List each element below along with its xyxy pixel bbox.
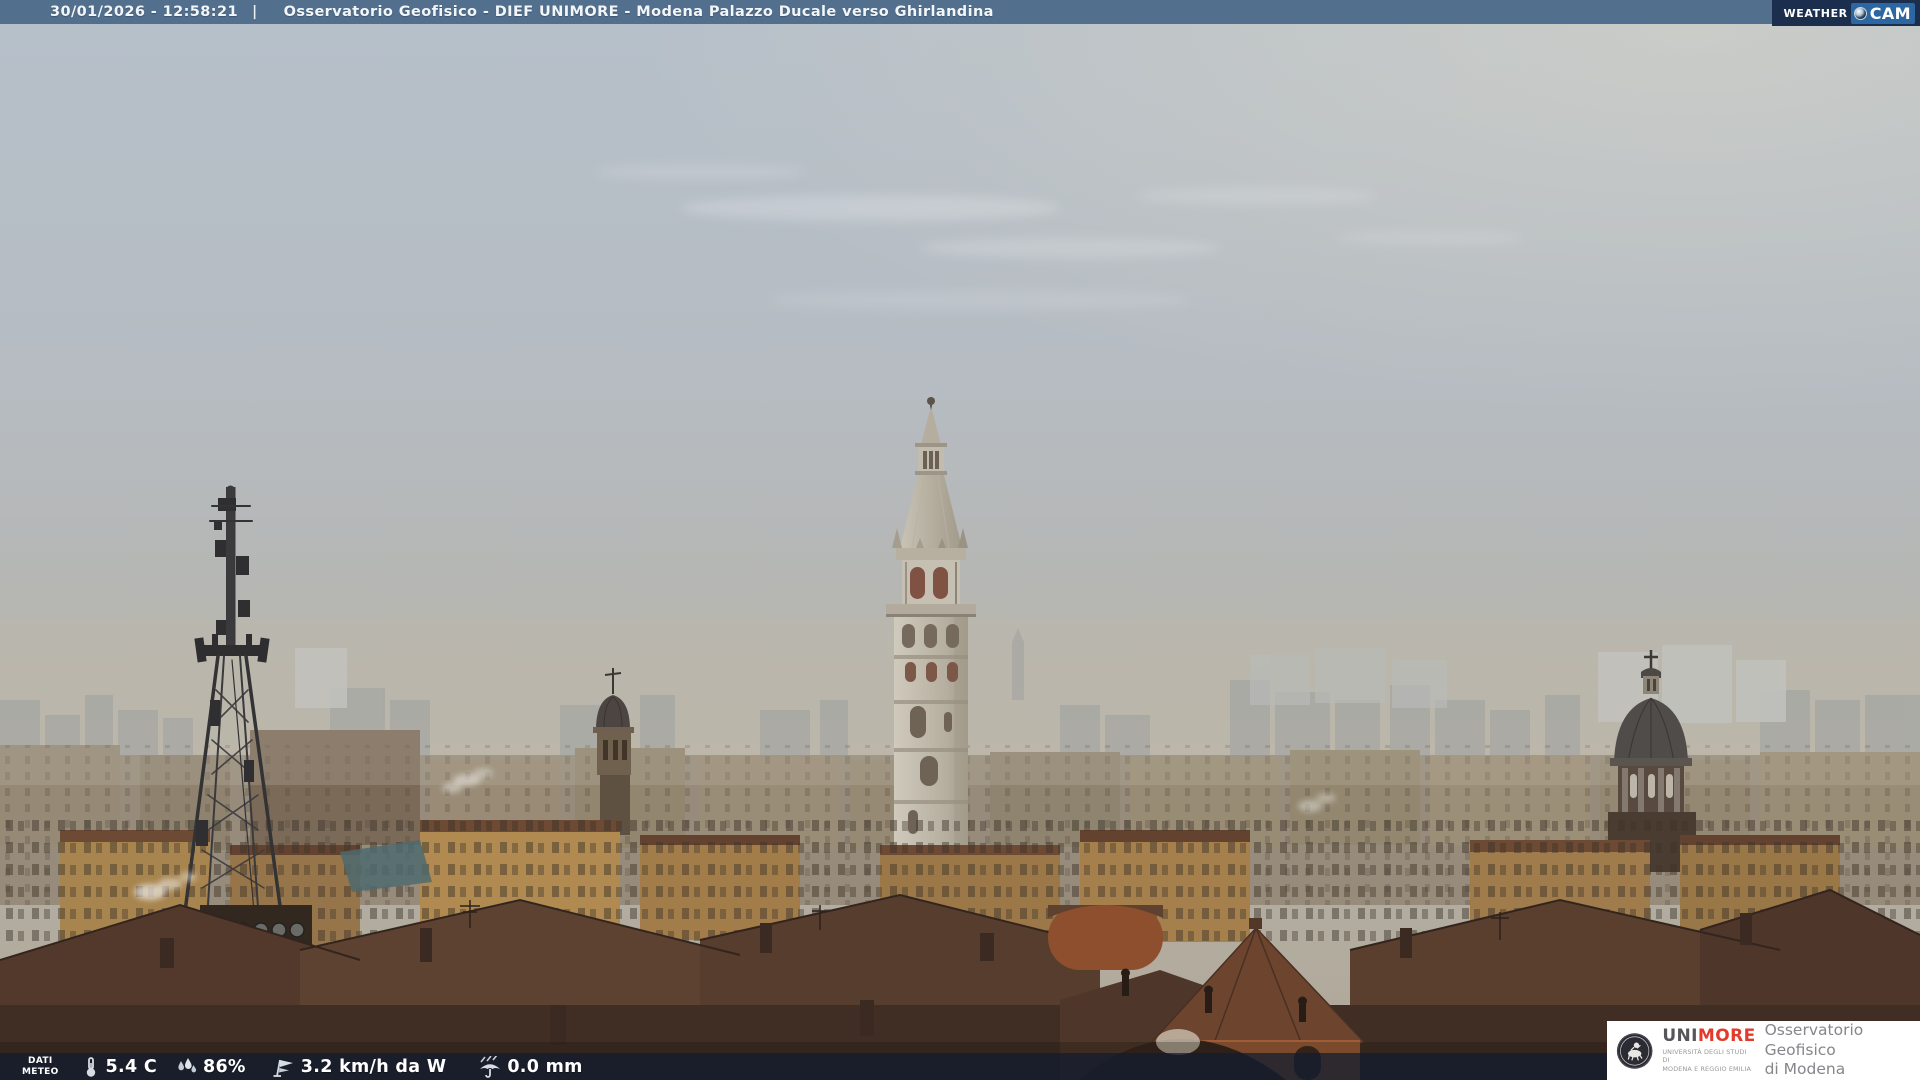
humidity-reading: 86% <box>174 1057 246 1077</box>
university-seal-icon <box>1616 1032 1653 1069</box>
header-bar: 30/01/2026 - 12:58:21 | Osservatorio Geo… <box>0 0 1920 24</box>
temperature-reading: 5.4 C <box>81 1056 157 1078</box>
unimore-uni: UNI <box>1662 1026 1698 1046</box>
observatory-name: Osservatorio Geofisico di Modena <box>1764 1021 1864 1079</box>
unimore-wordmark: UNIMORE UNIVERSITÀ DEGLI STUDI DI MODENA… <box>1662 1028 1755 1073</box>
weathercam-cam-box: CAM <box>1850 2 1915 24</box>
umbrella-rain-icon <box>480 1055 501 1078</box>
timestamp: 30/01/2026 - 12:58:21 <box>50 4 238 20</box>
weather-data-label: DATI METEO <box>22 1056 59 1077</box>
thermometer-icon <box>86 1056 95 1077</box>
wind-reading: 3.2 km/h da W <box>270 1056 447 1078</box>
precipitation-reading: 0.0 mm <box>478 1055 582 1078</box>
weathercam-logo: WEATHER CAM <box>1771 0 1920 26</box>
weathercam-weather-label: WEATHER <box>1783 6 1848 20</box>
camera-lens-icon <box>1853 6 1867 20</box>
webcam-frame: 30/01/2026 - 12:58:21 | Osservatorio Geo… <box>0 0 1920 1080</box>
unimore-brand-box: UNIMORE UNIVERSITÀ DEGLI STUDI DI MODENA… <box>1607 1021 1920 1080</box>
wind-flag-icon <box>273 1059 293 1077</box>
header-separator: | <box>251 4 258 20</box>
university-subtitle: UNIVERSITÀ DEGLI STUDI DI MODENA E REGGI… <box>1662 1048 1751 1073</box>
webcam-photo-modena-skyline <box>0 0 1920 1080</box>
unimore-more: MORE <box>1697 1026 1756 1046</box>
weathercam-cam-label: CAM <box>1869 3 1911 23</box>
droplets-icon <box>178 1057 197 1072</box>
page-title: Osservatorio Geofisico - DIEF UNIMORE - … <box>283 4 994 20</box>
